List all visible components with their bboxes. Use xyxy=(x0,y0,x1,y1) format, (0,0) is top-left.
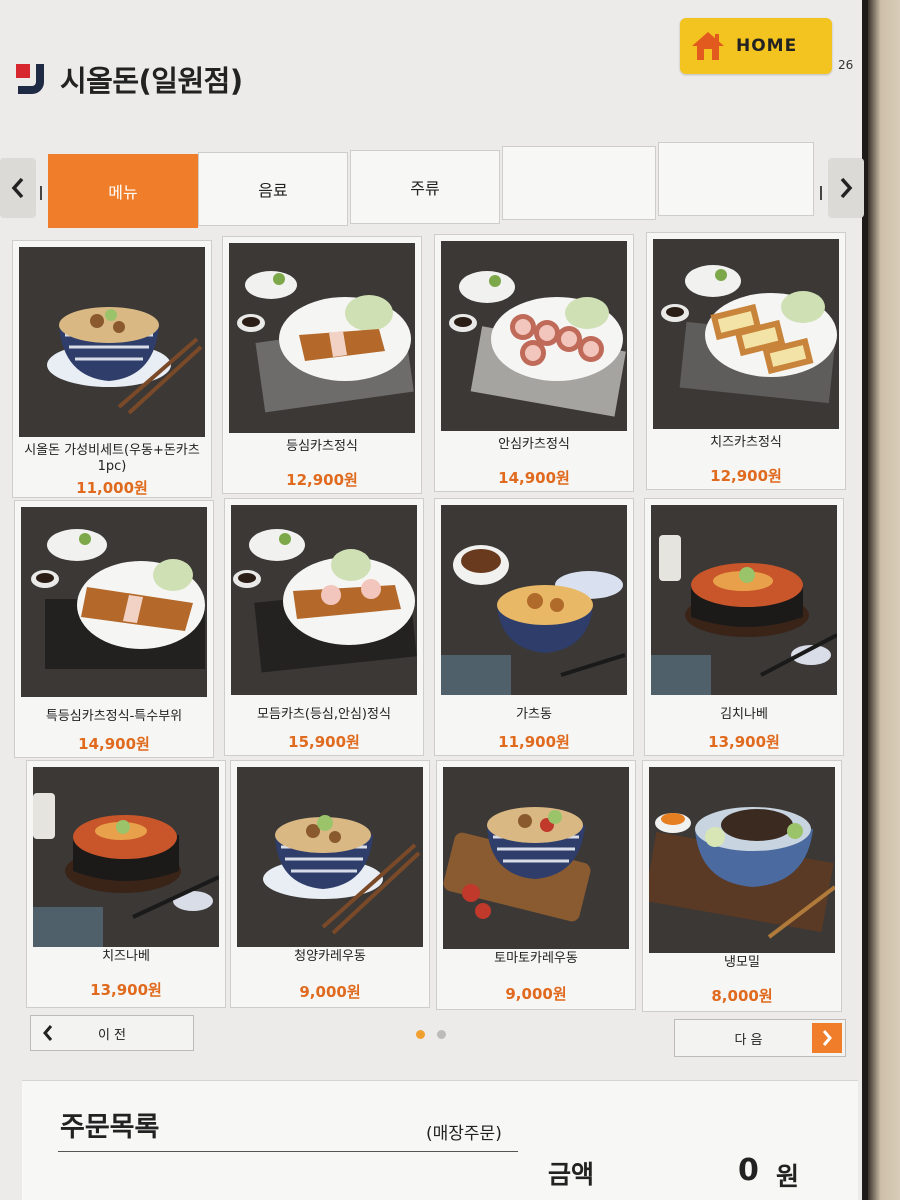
kiosk-bezel xyxy=(868,0,900,1200)
menu-item-name: 시올돈 가성비세트(우동+돈카츠1pc) xyxy=(24,443,200,474)
menu-item-price: 9,000원 xyxy=(505,985,567,1003)
page-indicator xyxy=(416,1030,446,1039)
store-title: 시올돈(일원점) xyxy=(60,64,243,98)
tab-empty-1[interactable] xyxy=(502,146,656,220)
prev-page-label: 이 전 xyxy=(97,1027,127,1043)
menu-grid: 시올돈 가성비세트(우동+돈카츠1pc) 11,000원 등심카츠정식 12,9 xyxy=(10,232,852,1012)
tab-separator xyxy=(820,186,822,200)
menu-item-name: 청양카레우동 xyxy=(294,949,366,964)
menu-item-name: 냉모밀 xyxy=(724,955,760,970)
house-icon xyxy=(692,32,724,60)
chevron-right-icon xyxy=(840,177,853,199)
chevron-right-icon xyxy=(812,1023,842,1053)
header: 시올돈(일원점) HOME 26 xyxy=(0,0,862,135)
order-type: (매장주문) xyxy=(426,1124,502,1144)
menu-item-card[interactable]: 시올돈 가성비세트(우동+돈카츠1pc) 11,000원 xyxy=(12,240,212,498)
katsu-plate-photo xyxy=(229,243,415,433)
menu-item-price: 8,000원 xyxy=(711,987,773,1005)
soba-bowl-photo xyxy=(649,767,835,953)
menu-item-name: 치즈나베 xyxy=(102,949,150,964)
menu-item-card[interactable]: 치즈카츠정식 12,900원 xyxy=(646,232,846,490)
menu-item-name: 등심카츠정식 xyxy=(286,439,358,454)
chevron-left-icon xyxy=(11,177,24,199)
page-dot-active xyxy=(416,1030,425,1039)
menu-item-price: 9,000원 xyxy=(299,983,361,1001)
kiosk-screen: 시올돈(일원점) HOME 26 메뉴 음료 주류 시올돈 가성비세트(우동+돈… xyxy=(0,0,868,1200)
tab-separator xyxy=(40,186,42,200)
menu-item-price: 14,900원 xyxy=(498,469,570,487)
udon-bowl-photo xyxy=(443,767,629,949)
menu-item-card[interactable]: 청양카레우동 9,000원 xyxy=(230,760,430,1008)
menu-item-name: 안심카츠정식 xyxy=(498,437,570,452)
menu-item-card[interactable]: 특등심카츠정식-특수부위 14,900원 xyxy=(14,500,214,758)
menu-item-card[interactable]: 모듬카츠(등심,안심)정식 15,900원 xyxy=(224,498,424,756)
next-page-button[interactable]: 다 음 xyxy=(674,1019,846,1057)
next-page-label: 다 음 xyxy=(734,1032,763,1048)
menu-item-name: 치즈카츠정식 xyxy=(710,435,782,450)
menu-item-name: 김치나베 xyxy=(720,707,768,722)
udon-bowl-photo xyxy=(237,767,423,947)
order-panel: 주문목록 (매장주문) 금액 0 원 xyxy=(22,1080,858,1200)
tabs-next-button[interactable] xyxy=(828,158,864,218)
cheese-katsu-plate-photo xyxy=(653,239,839,429)
amount-label: 금액 xyxy=(548,1160,595,1189)
home-button-label: HOME xyxy=(736,36,798,56)
menu-item-card[interactable]: 냉모밀 8,000원 xyxy=(642,760,842,1012)
menu-item-price: 11,900원 xyxy=(498,733,570,751)
menu-item-name: 토마토카레우동 xyxy=(494,951,578,966)
tab-empty-2[interactable] xyxy=(658,142,814,216)
tab-liquor[interactable]: 주류 xyxy=(350,150,500,224)
menu-item-name: 가츠동 xyxy=(516,707,552,722)
menu-item-price: 13,900원 xyxy=(708,733,780,751)
menu-item-card[interactable]: 치즈나베 13,900원 xyxy=(26,760,226,1008)
divider xyxy=(58,1151,518,1152)
store-logo xyxy=(14,62,48,96)
katsu-plate-photo xyxy=(231,505,417,695)
menu-item-card[interactable]: 김치나베 13,900원 xyxy=(644,498,844,756)
menu-item-card[interactable]: 토마토카레우동 9,000원 xyxy=(436,760,636,1010)
menu-item-card[interactable]: 안심카츠정식 14,900원 xyxy=(434,234,634,492)
home-button[interactable]: HOME xyxy=(680,18,832,74)
menu-item-card[interactable]: 가츠동 11,900원 xyxy=(434,498,634,756)
katsu-plate-photo xyxy=(21,507,207,697)
nabe-pot-photo xyxy=(651,505,837,695)
prev-page-button[interactable]: 이 전 xyxy=(30,1015,194,1051)
order-list-title: 주문목록 xyxy=(60,1112,160,1143)
pagination: 이 전 다 음 xyxy=(0,1012,862,1064)
category-tabs: 메뉴 음료 주류 xyxy=(0,140,864,232)
menu-item-price: 12,900원 xyxy=(710,467,782,485)
menu-item-name: 특등심카츠정식-특수부위 xyxy=(45,709,183,724)
katsudon-bowl-photo xyxy=(441,505,627,695)
tab-drinks[interactable]: 음료 xyxy=(198,152,348,226)
amount-unit: 원 xyxy=(776,1162,800,1191)
menu-item-card[interactable]: 등심카츠정식 12,900원 xyxy=(222,236,422,494)
amount-value: 0 xyxy=(738,1153,759,1188)
page-dot xyxy=(437,1030,446,1039)
menu-item-price: 13,900원 xyxy=(90,981,162,999)
chevron-left-icon xyxy=(31,1024,65,1042)
nabe-pot-photo xyxy=(33,767,219,947)
menu-item-name: 모듬카츠(등심,안심)정식 xyxy=(257,707,391,722)
menu-item-price: 11,000원 xyxy=(76,479,148,497)
menu-item-price: 15,900원 xyxy=(288,733,360,751)
menu-item-price: 14,900원 xyxy=(78,735,150,753)
katsu-plate-photo xyxy=(441,241,627,431)
screen-counter: 26 xyxy=(838,58,854,72)
tab-menu[interactable]: 메뉴 xyxy=(48,154,198,228)
menu-item-price: 12,900원 xyxy=(286,471,358,489)
udon-bowl-photo xyxy=(19,247,205,437)
tabs-prev-button[interactable] xyxy=(0,158,36,218)
